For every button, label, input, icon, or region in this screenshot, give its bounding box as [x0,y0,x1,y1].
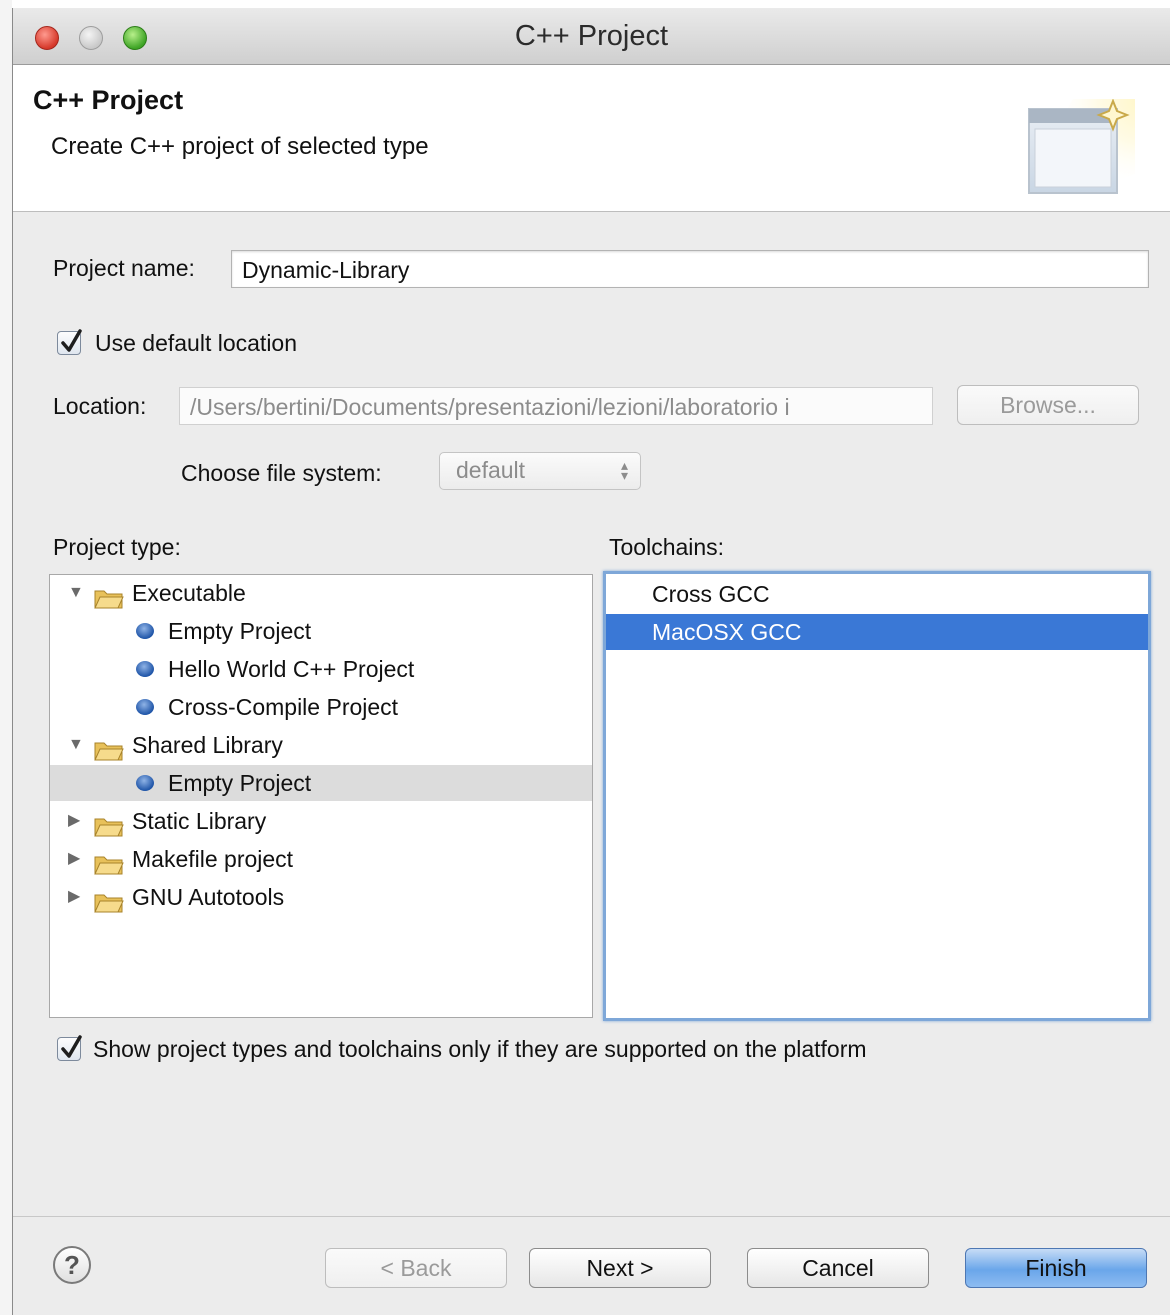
file-system-value: default [456,457,526,483]
tree-item-row[interactable]: Empty Project [50,613,592,649]
project-template-icon [136,775,154,791]
file-system-select[interactable]: default ▴ ▾ [439,452,641,490]
background-window-edge [0,0,12,1315]
wizard-header: C++ Project Create C++ project of select… [13,65,1170,212]
tree-item-label: Empty Project [168,770,312,796]
tree-folder-row[interactable]: ▶ GNU Autotools [50,879,592,915]
page-description: Create C++ project of selected type [51,133,429,160]
location-input[interactable]: /Users/bertini/Documents/presentazioni/l… [179,387,933,425]
location-label: Location: [53,393,147,419]
button-bar-separator [13,1216,1170,1217]
toolchains-label: Toolchains: [609,534,725,560]
folder-icon [94,811,124,837]
title-bar[interactable]: C++ Project [13,8,1170,65]
folder-icon [94,735,124,761]
tree-folder-row[interactable]: ▼ Shared Library [50,727,592,763]
help-icon[interactable]: ? [53,1246,91,1284]
tree-folder-label: Makefile project [132,846,294,872]
select-arrows-icon: ▴ ▾ [620,457,628,483]
tree-folder-label: Static Library [132,808,267,834]
project-name-input[interactable]: Dynamic-Library [231,250,1149,288]
project-template-icon [136,623,154,639]
toolchain-label: MacOSX GCC [652,619,802,645]
window-title: C++ Project [514,20,669,52]
checkmark-icon [61,1035,82,1058]
checkmark-icon [61,329,82,352]
tree-folder-label: Shared Library [132,732,283,758]
collapsed-triangle-icon[interactable]: ▶ [68,841,80,877]
tree-item-label: Hello World C++ Project [168,656,415,682]
project-type-tree[interactable]: ▼ Executable Empty Project Hello World C++ … [49,574,593,1018]
use-default-location-checkbox[interactable] [57,329,82,355]
tree-folder-label: Executable [132,580,246,606]
tree-item-row[interactable]: Hello World C++ Project [50,651,592,687]
browse-button[interactable]: Browse... [957,385,1139,425]
file-system-label: Choose file system: [181,460,382,486]
supported-platform-filter-label: Show project types and toolchains only i… [93,1036,867,1062]
tree-item-label: Empty Project [168,618,312,644]
tree-item-row[interactable]: Empty Project [50,765,592,801]
supported-platform-filter-checkbox[interactable] [57,1035,82,1061]
tree-folder-row[interactable]: ▶ Makefile project [50,841,592,877]
collapsed-triangle-icon[interactable]: ▶ [68,803,80,839]
finish-button[interactable]: Finish [965,1248,1147,1288]
tree-folder-label: GNU Autotools [132,884,285,910]
cancel-button[interactable]: Cancel [747,1248,929,1288]
tree-folder-row[interactable]: ▼ Executable [50,575,592,611]
toolchain-row[interactable]: MacOSX GCC [606,614,1148,650]
folder-icon [94,583,124,609]
expanded-triangle-icon[interactable]: ▼ [68,575,84,611]
folder-icon [94,849,124,875]
cpp-project-dialog: C++ Project C++ Project Create C++ proje… [12,8,1170,1315]
use-default-location-label: Use default location [95,330,298,356]
tree-folder-row[interactable]: ▶ Static Library [50,803,592,839]
toolchain-row[interactable]: Cross GCC [606,576,1148,612]
project-template-icon [136,661,154,677]
project-template-icon [136,699,154,715]
project-type-label: Project type: [53,534,181,560]
folder-icon [94,887,124,913]
new-project-wizard-icon [1028,99,1135,194]
toolchains-list[interactable]: Cross GCC MacOSX GCC [603,571,1151,1021]
tree-item-row[interactable]: Cross-Compile Project [50,689,592,725]
tree-item-label: Cross-Compile Project [168,694,399,720]
collapsed-triangle-icon[interactable]: ▶ [68,879,80,915]
project-name-label: Project name: [53,255,195,281]
page-title: C++ Project [33,85,184,115]
back-button[interactable]: < Back [325,1248,507,1288]
next-button[interactable]: Next > [529,1248,711,1288]
toolchain-label: Cross GCC [652,581,770,607]
expanded-triangle-icon[interactable]: ▼ [68,727,84,763]
